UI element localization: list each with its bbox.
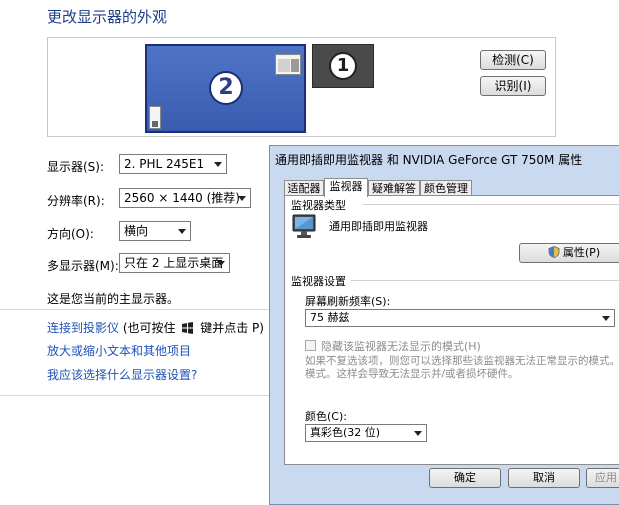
tab-adapter[interactable]: 适配器 [284,180,324,196]
chevron-down-icon [238,196,246,201]
monitor-icon [291,214,319,240]
resolution-label: 分辨率(R): [47,194,105,208]
resolution-select-value: 2560 × 1440 (推荐) [124,191,240,205]
monitor-type-group-label: 监视器类型 [291,197,349,213]
refresh-rate-select[interactable]: 75 赫兹 [305,309,615,327]
chevron-down-icon [414,431,422,436]
divider [0,395,270,396]
primary-display-note: 这是您当前的主显示器。 [47,292,180,306]
tab-monitor[interactable]: 监视器 [324,178,368,197]
group-line [363,204,619,205]
chevron-down-icon [602,316,610,321]
refresh-rate-label: 屏幕刷新频率(S): [305,295,391,308]
multi-display-select[interactable]: 只在 2 上显示桌面 [119,253,230,273]
mini-window-icon [149,106,161,129]
hide-modes-label: 隐藏该监视器无法显示的模式(H) [321,340,481,353]
properties-dialog: 通用即插即用监视器 和 NVIDIA GeForce GT 750M 属性 适配… [269,145,619,505]
monitor-tab-panel: 监视器类型 通用即插即用监视器 属性(P) 监视器设置 屏幕刷新频率(S): 7… [284,195,619,465]
chevron-down-icon [217,261,225,266]
resolution-select[interactable]: 2560 × 1440 (推荐) [119,188,251,208]
dialog-title: 通用即插即用监视器 和 NVIDIA GeForce GT 750M 属性 [275,153,583,167]
monitor-2-tile[interactable]: 2 [145,44,306,133]
cancel-button[interactable]: 取消 [508,468,580,488]
hide-modes-checkbox[interactable] [305,340,316,351]
refresh-rate-value: 75 赫兹 [310,311,350,324]
projector-hint-pre: (也可按住 [122,321,176,335]
orientation-label: 方向(O): [47,227,94,241]
connect-projector-link[interactable]: 连接到投影仪 [47,321,119,335]
color-depth-select[interactable]: 真彩色(32 位) [305,424,427,442]
orientation-select[interactable]: 横向 [119,221,191,241]
apply-button[interactable]: 应用 [586,468,619,488]
ok-button[interactable]: 确定 [429,468,501,488]
identify-button[interactable]: 识别(I) [480,76,546,96]
windows-key-icon [181,322,194,334]
monitor-settings-group-label: 监视器设置 [291,273,349,289]
monitor-type-name: 通用即插即用监视器 [329,220,428,233]
page-title: 更改显示器的外观 [47,8,168,26]
projector-hint-post: 键并点击 P) [200,321,264,335]
tab-troubleshoot[interactable]: 疑难解答 [368,180,420,196]
monitor-2-badge: 2 [209,71,243,105]
projector-row: 连接到投影仪 (也可按住 键并点击 P) [47,319,264,336]
tab-color-management[interactable]: 颜色管理 [420,180,472,196]
properties-button-label: 属性(P) [562,246,601,259]
display-select-value: 2. PHL 245E1 [124,157,205,171]
divider [0,309,270,310]
chevron-down-icon [214,162,222,167]
zoom-text-link[interactable]: 放大或缩小文本和其他项目 [47,342,191,359]
chevron-down-icon [178,229,186,234]
color-depth-value: 真彩色(32 位) [310,426,381,439]
shield-properties-icon [548,246,560,258]
mini-window-icon [275,54,301,75]
display-label: 显示器(S): [47,160,105,174]
group-line [351,280,619,281]
monitor-1-badge: 1 [329,52,357,80]
color-depth-label: 颜色(C): [305,410,347,423]
properties-button[interactable]: 属性(P) [519,243,619,263]
monitor-preview: 2 1 检测(C) 识别(I) [47,37,556,137]
orientation-select-value: 横向 [124,224,149,238]
display-select[interactable]: 2. PHL 245E1 [119,154,227,174]
multi-display-label: 多显示器(M): [47,259,119,273]
which-display-link[interactable]: 我应该选择什么显示器设置? [47,366,197,383]
hide-modes-description-line2: 模式。这样会导致无法显示并/或者损坏硬件。 [305,368,519,380]
multi-display-select-value: 只在 2 上显示桌面 [124,256,224,270]
detect-button[interactable]: 检测(C) [480,50,546,70]
monitor-1-tile[interactable]: 1 [312,44,374,88]
